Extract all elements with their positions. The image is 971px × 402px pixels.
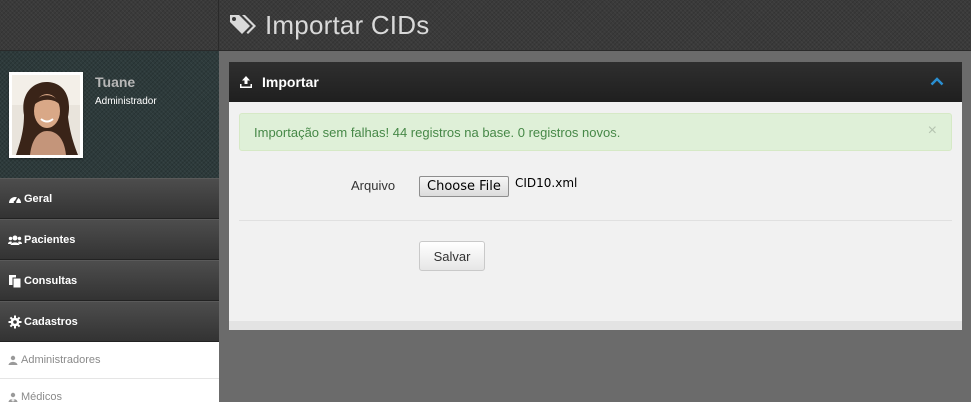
- menu-item-pacientes[interactable]: Pacientes: [0, 219, 219, 260]
- save-button[interactable]: Salvar: [419, 241, 485, 271]
- alert-message: Importação sem falhas! 44 registros na b…: [254, 124, 621, 140]
- file-label: Arquivo: [351, 178, 396, 193]
- menu-item-consultas[interactable]: Consultas: [0, 260, 219, 301]
- user-md-icon: [8, 392, 18, 402]
- sidebar: Tuane Administrador Geral Pacientes Cons…: [0, 51, 219, 402]
- submenu-label: Administradores: [21, 354, 101, 366]
- avatar-photo: [12, 75, 80, 155]
- users-icon: [8, 235, 22, 245]
- copy-icon: [9, 274, 22, 288]
- panel-title: Importar: [262, 74, 319, 90]
- submenu-item-medicos[interactable]: Médicos: [0, 379, 219, 402]
- import-panel: Importar Importação sem falhas! 44 regis…: [229, 62, 962, 330]
- close-icon[interactable]: ×: [928, 122, 937, 140]
- menu-label: Geral: [24, 192, 53, 205]
- dashboard-icon: [9, 196, 21, 203]
- user-role: Administrador: [95, 96, 157, 107]
- user-name: Tuane: [95, 74, 136, 90]
- menu-label: Consultas: [24, 274, 78, 287]
- page-title: Importar CIDs: [265, 9, 430, 40]
- avatar[interactable]: [9, 72, 83, 158]
- upload-icon: [240, 76, 252, 88]
- menu-item-cadastros[interactable]: Cadastros: [0, 301, 219, 342]
- chevron-up-icon[interactable]: [930, 76, 944, 86]
- submenu-label: Médicos: [21, 391, 62, 402]
- menu-label: Cadastros: [24, 315, 78, 328]
- choose-file-button[interactable]: Choose File: [419, 176, 509, 197]
- menu-label: Pacientes: [24, 233, 76, 246]
- menu-item-geral[interactable]: Geral: [0, 178, 219, 219]
- brand-area: [0, 0, 219, 51]
- tags-icon: [230, 15, 256, 34]
- user-icon: [8, 355, 18, 365]
- panel-header: Importar: [229, 62, 962, 102]
- success-alert: Importação sem falhas! 44 registros na b…: [239, 113, 952, 151]
- form-divider: [239, 220, 952, 221]
- user-profile: Tuane Administrador: [0, 51, 219, 178]
- gear-icon: [8, 315, 22, 328]
- submenu-item-administradores[interactable]: Administradores: [0, 342, 219, 379]
- selected-file-name: CID10.xml: [515, 176, 578, 190]
- page-header: Importar CIDs: [219, 0, 971, 51]
- file-field-row: Arquivo Choose File CID10.xml: [239, 174, 952, 204]
